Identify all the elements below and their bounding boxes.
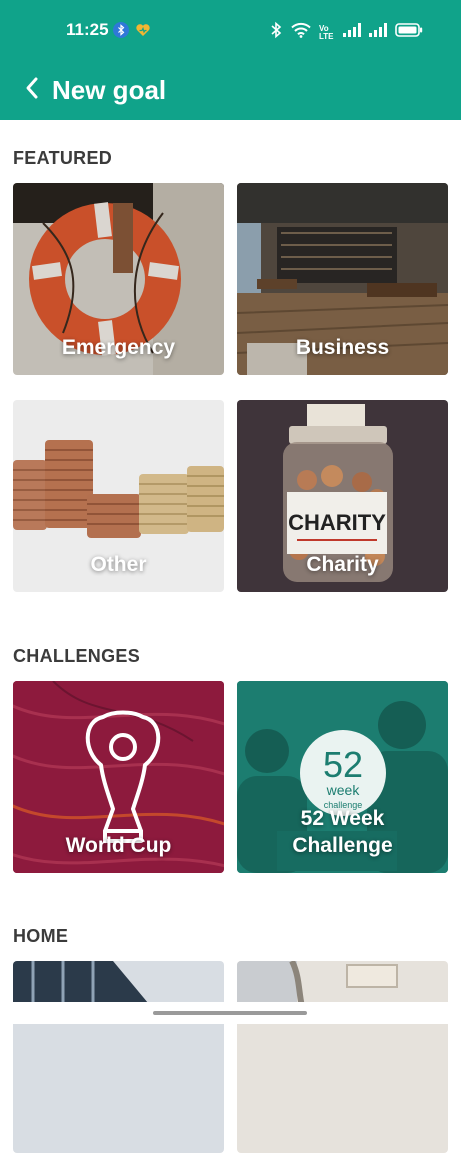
goal-card-charity[interactable]: CHARITY Charity bbox=[237, 400, 448, 592]
status-bar: 11:25 Vo LTE bbox=[0, 0, 461, 62]
signal-icon bbox=[369, 23, 387, 42]
room-interior-image bbox=[237, 961, 448, 1153]
status-system-icons: Vo LTE bbox=[269, 21, 423, 44]
challenge-badge-text: week bbox=[326, 782, 361, 798]
challenge-badge-number: 52 bbox=[323, 744, 363, 785]
battery-icon bbox=[395, 23, 423, 42]
goal-card-business[interactable]: Business bbox=[237, 183, 448, 375]
goal-card-home-1[interactable] bbox=[13, 961, 224, 1153]
goal-card-emergency[interactable]: Emergency bbox=[13, 183, 224, 375]
page-title: New goal bbox=[52, 75, 167, 105]
status-time: 11:25 bbox=[66, 20, 109, 39]
wifi-icon bbox=[291, 22, 311, 43]
goal-card-label: Charity bbox=[306, 553, 379, 576]
goal-card-home-2[interactable] bbox=[237, 961, 448, 1153]
building-image bbox=[13, 961, 224, 1153]
goal-card-label: 52 Week Challenge bbox=[292, 807, 393, 857]
network-type-label: Vo LTE bbox=[319, 23, 334, 41]
app-bar: New goal bbox=[0, 62, 461, 120]
section-title-home: HOME bbox=[13, 926, 69, 946]
section-title-challenges: CHALLENGES bbox=[13, 646, 141, 666]
charity-jar-text: CHARITY bbox=[288, 510, 386, 535]
goal-card-other[interactable]: Other bbox=[13, 400, 224, 592]
back-button[interactable] bbox=[14, 70, 50, 110]
bluetooth-icon bbox=[269, 21, 283, 44]
chevron-left-icon bbox=[24, 76, 40, 105]
signal-icon bbox=[343, 23, 361, 42]
status-notification-icons bbox=[113, 22, 151, 43]
goal-card-52-week-challenge[interactable]: 52 week challenge 52 Week Challenge bbox=[237, 681, 448, 873]
goal-card-label: Other bbox=[90, 553, 147, 576]
heart-badge-icon bbox=[135, 22, 151, 43]
section-title-featured: FEATURED bbox=[13, 148, 113, 168]
goal-card-label: World Cup bbox=[65, 834, 172, 857]
goal-card-label: Emergency bbox=[61, 336, 176, 359]
goal-card-world-cup[interactable]: World Cup bbox=[13, 681, 224, 873]
home-indicator[interactable] bbox=[153, 1011, 307, 1015]
bluetooth-badge-icon bbox=[113, 22, 129, 43]
goal-card-label: Business bbox=[295, 336, 390, 359]
